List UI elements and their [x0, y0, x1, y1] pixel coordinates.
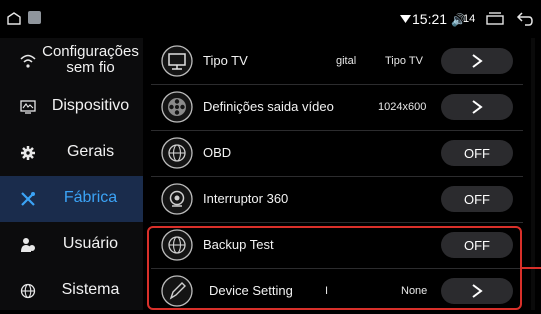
status-bar: 15:21 🔊 14: [0, 0, 541, 38]
app-thumbnail-icon[interactable]: [28, 11, 41, 24]
clock: 15:21: [412, 11, 448, 27]
open-button[interactable]: [441, 94, 513, 120]
row-label: Tipo TV: [203, 53, 248, 68]
annotation-pointer-line: [522, 267, 541, 269]
list-item-obd[interactable]: OBD OFF: [151, 130, 523, 177]
list-item-switch-360[interactable]: Interruptor 360 OFF: [151, 176, 523, 223]
globe-icon: [20, 283, 36, 299]
sidebar: Configurações sem fio Dispositivo Gerais…: [0, 38, 143, 310]
sidebar-item-label: Dispositivo: [51, 97, 130, 114]
row-value: Tipo TV: [385, 55, 423, 67]
sidebar-item-user[interactable]: Usuário: [0, 222, 143, 268]
chevron-right-icon: [472, 54, 483, 68]
annotation-highlight-box: [147, 226, 522, 310]
gear-icon: [21, 146, 35, 160]
sidebar-item-general[interactable]: Gerais: [0, 130, 143, 176]
row-label: Definições saida vídeo: [203, 99, 334, 114]
list-item-tv-type[interactable]: Tipo TV gital Tipo TV: [151, 38, 523, 85]
sidebar-item-factory[interactable]: Fábrica: [0, 176, 143, 222]
camera-360-icon: [161, 183, 193, 215]
toggle-switch[interactable]: OFF: [441, 140, 513, 166]
scrollbar[interactable]: [531, 38, 535, 310]
sidebar-item-label: Usuário: [62, 235, 119, 252]
recent-apps-icon[interactable]: [486, 12, 504, 25]
wifi-icon: [20, 54, 36, 68]
row-value: gital: [336, 55, 357, 67]
chevron-right-icon: [472, 100, 483, 114]
toggle-state: OFF: [464, 192, 490, 207]
back-icon[interactable]: [516, 11, 534, 27]
device-icon: [20, 100, 36, 114]
wifi-signal-icon: [400, 15, 411, 23]
toggle-state: OFF: [464, 146, 490, 161]
sidebar-item-label: Fábrica: [63, 189, 118, 206]
sidebar-item-wireless[interactable]: Configurações sem fio: [0, 38, 143, 84]
row-label: Interruptor 360: [203, 191, 289, 206]
list-item-video-output[interactable]: Definições saida vídeo 1024x600: [151, 84, 523, 131]
sidebar-item-system[interactable]: Sistema: [0, 268, 143, 314]
globe-icon: [161, 137, 193, 169]
film-reel-icon: [161, 91, 193, 123]
user-icon: [21, 238, 35, 252]
monitor-icon: [161, 45, 193, 77]
sidebar-item-label: Configurações sem fio: [42, 43, 139, 76]
volume-level: 14: [463, 13, 476, 25]
sidebar-item-label: Sistema: [61, 281, 120, 298]
sidebar-item-device[interactable]: Dispositivo: [0, 84, 143, 130]
row-value: 1024x600: [378, 101, 427, 113]
home-icon[interactable]: [7, 12, 21, 25]
tools-icon: [21, 192, 35, 206]
sidebar-item-label: Gerais: [66, 143, 115, 160]
open-button[interactable]: [441, 48, 513, 74]
row-label: OBD: [203, 145, 232, 160]
toggle-switch[interactable]: OFF: [441, 186, 513, 212]
